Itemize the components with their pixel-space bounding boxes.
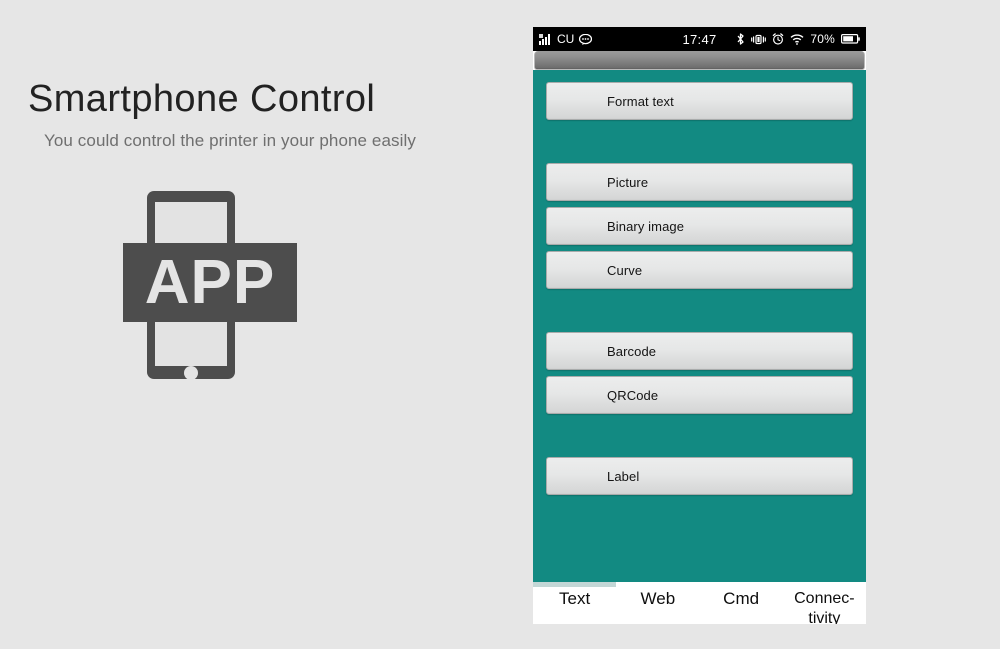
app-content-area: Format text Picture Binary image Curve B…	[533, 70, 866, 582]
phone-screen-bottom	[155, 322, 227, 366]
tab-connectivity[interactable]: Connec- tivity	[783, 582, 866, 624]
page-title: Smartphone Control	[28, 78, 376, 120]
button-label: Curve	[607, 262, 643, 278]
bluetooth-icon	[736, 33, 745, 45]
app-label-text: APP	[145, 248, 275, 317]
button-format-text[interactable]: Format text	[546, 82, 853, 120]
button-label: Barcode	[607, 343, 657, 359]
tab-cmd[interactable]: Cmd	[700, 582, 783, 624]
button-binary-image[interactable]: Binary image	[546, 207, 853, 245]
alarm-clock-icon	[772, 33, 784, 45]
tab-indicator-text	[533, 582, 617, 587]
battery-percent-label: 70%	[810, 32, 835, 46]
button-picture[interactable]: Picture	[546, 163, 853, 201]
promo-slide: Smartphone Control You could control the…	[0, 0, 1000, 649]
button-barcode[interactable]: Barcode	[546, 332, 853, 370]
message-bubble-icon	[579, 33, 593, 45]
signal-bars-icon	[539, 33, 552, 45]
tab-indicator-cmd	[700, 582, 783, 587]
button-label: Format text	[607, 93, 674, 109]
carrier-label: CU	[557, 32, 575, 46]
button-qrcode[interactable]: QRCode	[546, 376, 853, 414]
tab-indicator-connectivity	[783, 582, 866, 587]
status-bar-left: CU	[539, 32, 593, 46]
vibrate-icon	[751, 34, 767, 45]
status-bar: CU 17:47 70%	[533, 27, 866, 51]
tab-indicator-web	[616, 582, 699, 587]
page-subtitle: You could control the printer in your ph…	[44, 131, 416, 150]
tab-indicator-row	[533, 582, 866, 587]
button-label-text: Label	[607, 468, 640, 484]
phone-mockup: CU 17:47 70% Format text Picture Binary …	[533, 27, 866, 624]
battery-icon	[841, 34, 860, 44]
home-button-dot	[184, 366, 198, 380]
button-curve[interactable]: Curve	[546, 251, 853, 289]
button-label: Binary image	[607, 218, 685, 234]
scrolled-action-bar[interactable]	[534, 51, 865, 70]
promo-left-panel: Smartphone Control You could control the…	[0, 0, 500, 649]
status-bar-right: 70%	[736, 32, 860, 46]
button-label: QRCode	[607, 387, 659, 403]
bottom-tab-bar: Text Web Cmd Connec- tivity	[533, 582, 866, 624]
tab-text[interactable]: Text	[533, 582, 616, 624]
button-label[interactable]: Label	[546, 457, 853, 495]
button-label: Picture	[607, 174, 649, 190]
wifi-icon	[790, 33, 804, 45]
tab-web[interactable]: Web	[616, 582, 699, 624]
app-phone-icon: APP	[120, 185, 300, 385]
app-icon-graphic: APP	[123, 191, 297, 380]
